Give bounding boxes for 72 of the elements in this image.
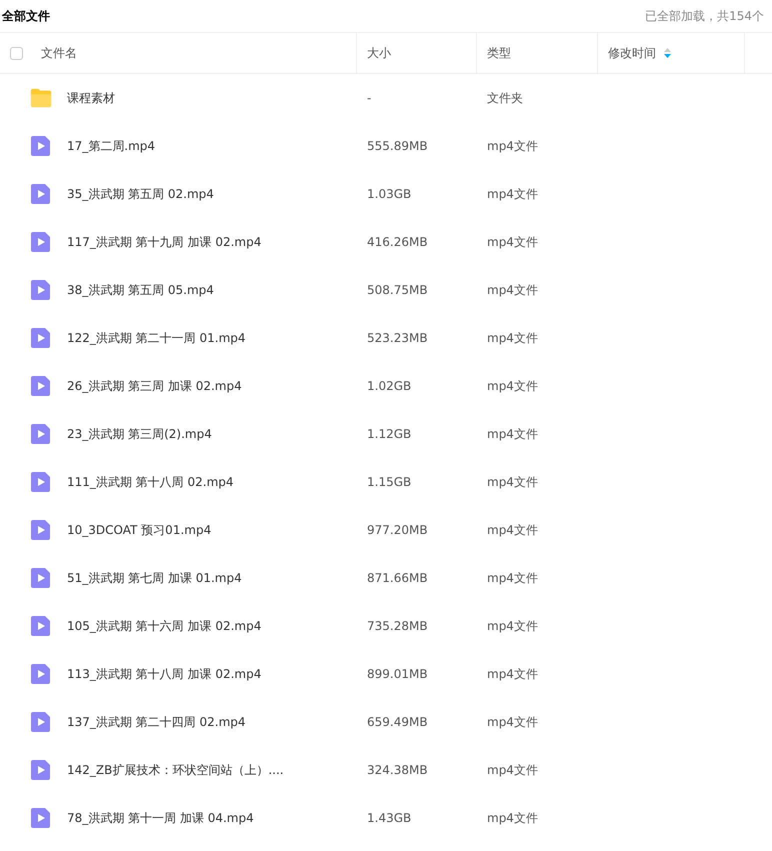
video-file-icon [30, 615, 52, 637]
file-name[interactable]: 78_洪武期 第十一周 加课 04.mp4 [67, 810, 254, 826]
file-name[interactable]: 117_洪武期 第十九周 加课 02.mp4 [67, 234, 262, 250]
column-header[interactable]: 大小 [367, 44, 391, 62]
file-name[interactable]: 23_洪武期 第三周(2).mp4 [67, 426, 212, 442]
file-type: mp4文件 [487, 810, 538, 826]
video-file-icon [30, 519, 52, 541]
file-type: mp4文件 [487, 762, 538, 778]
file-name[interactable]: 26_洪武期 第三周 加课 02.mp4 [67, 378, 242, 394]
file-size: 1.15GB [367, 475, 412, 489]
file-size: 899.01MB [367, 667, 428, 681]
file-type: mp4文件 [487, 282, 538, 298]
file-name[interactable]: 38_洪武期 第五周 05.mp4 [67, 282, 214, 298]
file-name[interactable]: 课程素材 [67, 90, 115, 106]
video-file-icon [30, 711, 52, 733]
file-name[interactable]: 17_第二周.mp4 [67, 138, 156, 154]
sort-icon[interactable] [664, 48, 671, 58]
video-file-icon [30, 327, 52, 349]
file-name[interactable]: 113_洪武期 第十八周 加课 02.mp4 [67, 666, 262, 682]
file-size: 1.02GB [367, 379, 412, 393]
video-file-icon [30, 471, 52, 493]
page-title: 全部文件 [2, 8, 50, 24]
file-type: mp4文件 [487, 474, 538, 490]
video-file-icon [30, 759, 52, 781]
file-type: mp4文件 [487, 666, 538, 682]
file-name[interactable]: 111_洪武期 第十八周 02.mp4 [67, 474, 234, 490]
file-size: 1.43GB [367, 811, 412, 825]
file-size: - [367, 91, 372, 105]
column-header[interactable]: 类型 [487, 44, 511, 62]
file-size: 1.03GB [367, 187, 412, 201]
video-file-icon [30, 135, 52, 157]
file-name[interactable]: 142_ZB扩展技术：环状空间站（上）.... [67, 762, 284, 778]
load-status: 已全部加载，共154个 [645, 8, 764, 24]
video-file-icon [30, 231, 52, 253]
file-name[interactable]: 105_洪武期 第十六周 加课 02.mp4 [67, 618, 262, 634]
file-type: 文件夹 [487, 90, 523, 106]
file-size: 735.28MB [367, 619, 428, 633]
file-name[interactable]: 35_洪武期 第五周 02.mp4 [67, 186, 214, 202]
file-type: mp4文件 [487, 570, 538, 586]
video-file-icon [30, 567, 52, 589]
file-name[interactable]: 122_洪武期 第二十一周 01.mp4 [67, 330, 246, 346]
file-size: 871.66MB [367, 571, 428, 585]
file-name[interactable]: 137_洪武期 第二十四周 02.mp4 [67, 714, 246, 730]
video-file-icon [30, 423, 52, 445]
column-header[interactable]: 修改时间 [608, 44, 656, 62]
file-name[interactable]: 51_洪武期 第七周 加课 01.mp4 [67, 570, 242, 586]
file-type: mp4文件 [487, 426, 538, 442]
file-size: 659.49MB [367, 715, 428, 729]
file-size: 508.75MB [367, 283, 428, 297]
file-name[interactable]: 10_3DCOAT 预习01.mp4 [67, 522, 212, 538]
file-type: mp4文件 [487, 378, 538, 394]
folder-icon [30, 87, 52, 109]
file-type: mp4文件 [487, 522, 538, 538]
file-type: mp4文件 [487, 234, 538, 250]
file-type: mp4文件 [487, 138, 538, 154]
file-type: mp4文件 [487, 186, 538, 202]
column-header[interactable]: 文件名 [41, 44, 77, 62]
file-size: 555.89MB [367, 139, 428, 153]
video-file-icon [30, 183, 52, 205]
select-all-checkbox[interactable] [10, 46, 23, 60]
file-type: mp4文件 [487, 714, 538, 730]
file-size: 523.23MB [367, 331, 428, 345]
video-file-icon [30, 375, 52, 397]
file-type: mp4文件 [487, 330, 538, 346]
file-size: 1.12GB [367, 427, 412, 441]
video-file-icon [30, 807, 52, 829]
file-size: 416.26MB [367, 235, 428, 249]
video-file-icon [30, 663, 52, 685]
video-file-icon [30, 279, 52, 301]
file-type: mp4文件 [487, 618, 538, 634]
file-size: 977.20MB [367, 523, 428, 537]
file-size: 324.38MB [367, 763, 428, 777]
